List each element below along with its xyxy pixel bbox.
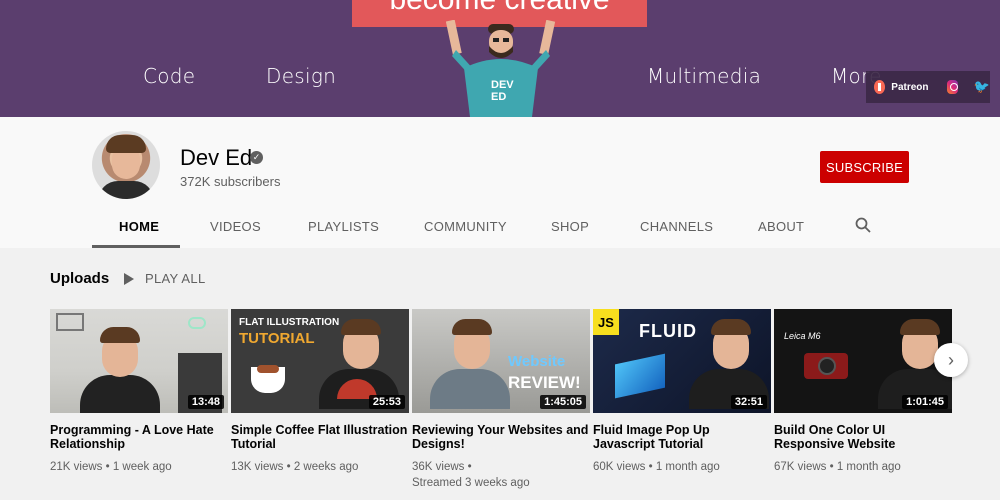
video-meta: 36K views • Streamed 3 weeks ago: [412, 459, 590, 491]
channel-banner: become creative Code Design Multimedia M…: [0, 0, 1000, 117]
play-all-button[interactable]: PLAY ALL: [124, 271, 205, 286]
thumbnail-text: TUTORIAL: [239, 330, 315, 347]
video-title[interactable]: Fluid Image Pop Up Javascript Tutorial: [593, 423, 771, 451]
video-title[interactable]: Programming - A Love Hate Relationship: [50, 423, 228, 451]
video-card[interactable]: Website REVIEW! 1:45:05 Reviewing Your W…: [412, 309, 590, 491]
tab-shop[interactable]: SHOP: [551, 219, 589, 234]
tab-community[interactable]: COMMUNITY: [424, 219, 507, 234]
video-card[interactable]: FLAT ILLUSTRATION TUTORIAL 25:53 Simple …: [231, 309, 409, 475]
shelf-next-arrow-icon[interactable]: ›: [934, 343, 968, 377]
video-duration: 1:45:05: [540, 395, 586, 409]
video-duration: 1:01:45: [902, 395, 948, 409]
video-meta: 60K views • 1 month ago: [593, 461, 720, 473]
banner-link-design: Design: [266, 64, 337, 88]
video-card[interactable]: 13:48 Programming - A Love Hate Relation…: [50, 309, 228, 475]
patreon-icon[interactable]: [874, 80, 886, 94]
thumbnail-text: Leica M6: [784, 331, 821, 341]
channel-header: Dev Ed ✓ 372K subscribers SUBSCRIBE HOME…: [0, 117, 1000, 248]
thumbnail-text: FLAT ILLUSTRATION: [239, 317, 340, 328]
thumbnail-text: Website: [508, 353, 566, 370]
thumbnail-text: REVIEW!: [508, 373, 581, 392]
video-card[interactable]: JS FLUID 32:51 Fluid Image Pop Up Javasc…: [593, 309, 771, 475]
instagram-icon[interactable]: [946, 80, 958, 94]
video-thumbnail[interactable]: Leica M6 1:01:45: [774, 309, 952, 413]
tab-home[interactable]: HOME: [119, 219, 159, 234]
video-title[interactable]: Reviewing Your Websites and Designs!: [412, 423, 590, 451]
video-title[interactable]: Build One Color UI Responsive Website Tu…: [774, 423, 952, 451]
subscribe-button[interactable]: SUBSCRIBE: [820, 151, 909, 183]
play-icon: [124, 272, 134, 285]
tab-about[interactable]: ABOUT: [758, 219, 804, 234]
subscriber-count: 372K subscribers: [180, 174, 281, 189]
video-thumbnail[interactable]: 13:48: [50, 309, 228, 413]
video-thumbnail[interactable]: JS FLUID 32:51: [593, 309, 771, 413]
video-views: 36K views •: [412, 461, 472, 473]
active-tab-indicator: [92, 245, 180, 248]
channel-name: Dev Ed: [180, 145, 253, 170]
video-thumbnail[interactable]: Website REVIEW! 1:45:05: [412, 309, 590, 413]
play-all-label: PLAY ALL: [145, 271, 206, 286]
video-card[interactable]: Leica M6 1:01:45 Build One Color UI Resp…: [774, 309, 952, 475]
uploads-title: Uploads: [50, 270, 110, 287]
thumbnail-text: FLUID: [639, 321, 697, 341]
twitter-icon[interactable]: 🐦: [974, 79, 990, 95]
search-icon[interactable]: [855, 217, 871, 233]
video-meta: 67K views • 1 month ago: [774, 461, 901, 473]
tab-playlists[interactable]: PLAYLISTS: [308, 219, 379, 234]
verified-check-icon: ✓: [250, 151, 263, 164]
video-thumbnail[interactable]: FLAT ILLUSTRATION TUTORIAL 25:53: [231, 309, 409, 413]
social-links: Patreon 🐦: [866, 71, 990, 103]
patreon-link[interactable]: Patreon: [891, 82, 928, 93]
banner-link-multimedia: Multimedia: [647, 64, 762, 88]
javascript-badge: JS: [593, 309, 619, 335]
video-title[interactable]: Simple Coffee Flat Illustration Tutorial: [231, 423, 409, 451]
video-duration: 25:53: [368, 395, 405, 409]
video-meta: 13K views • 2 weeks ago: [231, 461, 359, 473]
avatar[interactable]: [92, 131, 160, 199]
mascot-shirt-text: DEV ED: [491, 79, 514, 103]
video-duration: 13:48: [187, 395, 224, 409]
banner-link-code: Code: [143, 64, 196, 88]
tab-videos[interactable]: VIDEOS: [210, 219, 261, 234]
channel-tabs: HOME VIDEOS PLAYLISTS COMMUNITY SHOP CHA…: [0, 213, 1000, 248]
video-duration: 32:51: [730, 395, 767, 409]
video-stream-date: Streamed 3 weeks ago: [412, 477, 530, 489]
tab-channels[interactable]: CHANNELS: [640, 219, 713, 234]
video-meta: 21K views • 1 week ago: [50, 461, 172, 473]
